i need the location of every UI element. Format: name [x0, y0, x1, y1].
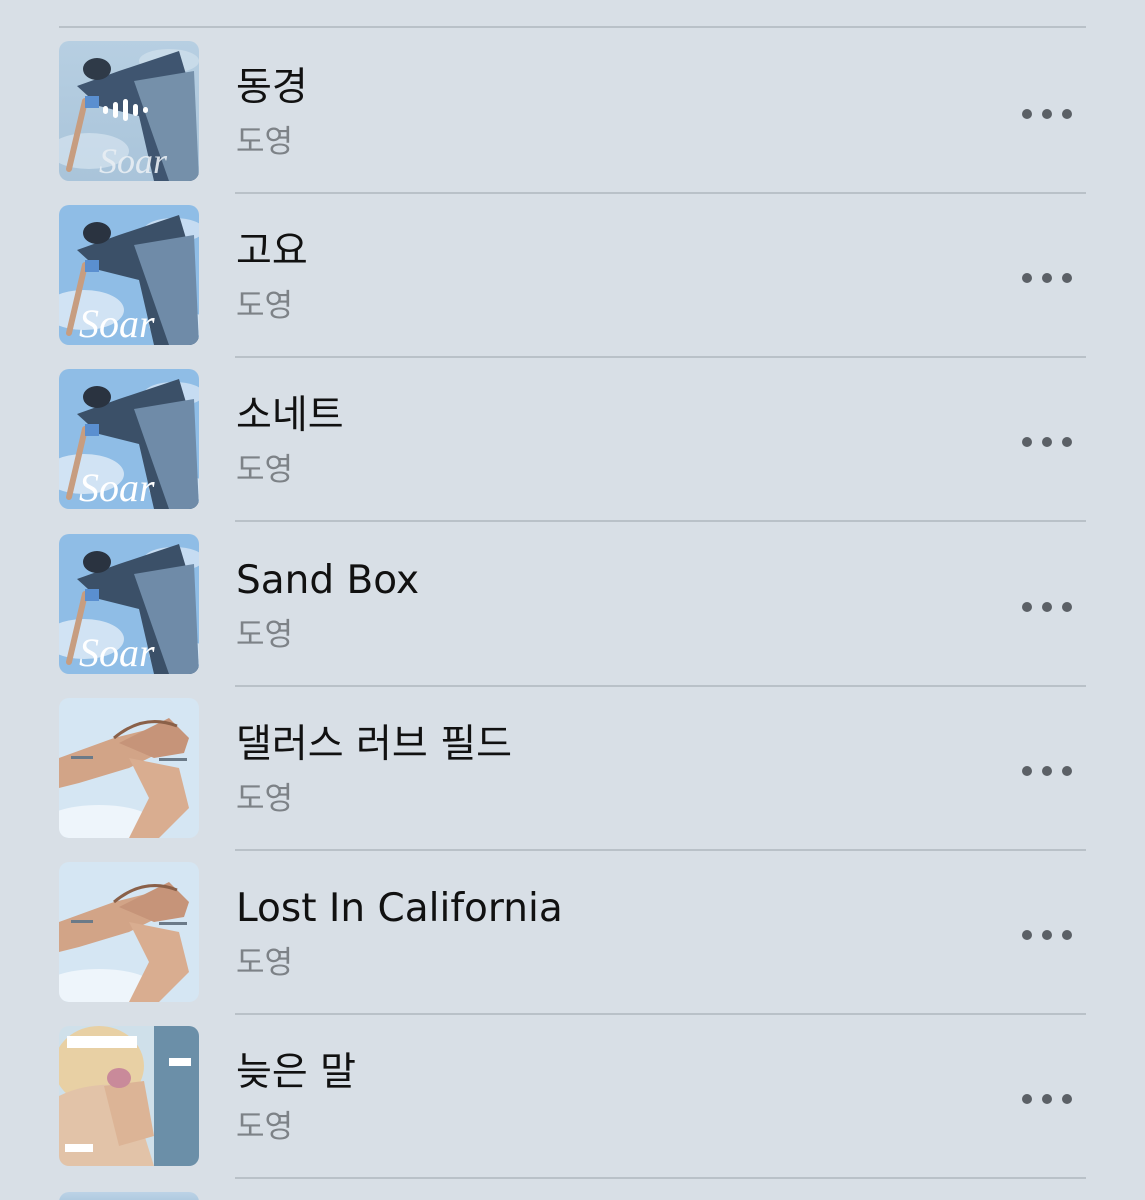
album-artwork: [59, 862, 199, 1002]
now-playing-icon: [103, 99, 148, 121]
album-artwork: Soar: [59, 41, 199, 181]
artwork-text: Soar: [79, 301, 155, 345]
song-artist: 도영: [236, 617, 294, 653]
ellipsis-icon: [1022, 766, 1032, 776]
song-artist: 도영: [236, 781, 294, 817]
ellipsis-icon: [1022, 930, 1032, 940]
album-artwork: Soar: [59, 369, 199, 509]
song-row[interactable]: Soar 고요 도영: [0, 192, 1145, 358]
song-title: 댈러스 러브 필드: [236, 722, 512, 767]
artwork-text: Soar: [79, 465, 155, 509]
ellipsis-icon: [1022, 437, 1032, 447]
ellipsis-icon: [1022, 1094, 1032, 1104]
artwork-text: Soar: [99, 141, 168, 181]
song-artist: 도영: [236, 124, 294, 160]
song-title: 동경: [236, 65, 308, 110]
more-options-button[interactable]: [1022, 102, 1072, 126]
album-artwork: [59, 1026, 199, 1166]
song-row[interactable]: Soar 소네트 도영: [0, 356, 1145, 522]
artwork-text: Soar: [79, 630, 155, 674]
song-title: 고요: [236, 229, 308, 274]
more-options-button[interactable]: [1022, 1087, 1072, 1111]
song-artist: 도영: [236, 945, 294, 981]
song-title: 소네트: [236, 393, 344, 438]
song-row[interactable]: 늦은 말 도영: [0, 1013, 1145, 1179]
song-title: Lost In California: [236, 886, 563, 931]
ellipsis-icon: [1022, 109, 1032, 119]
album-artwork-partial: [59, 1192, 199, 1200]
row-divider: [235, 1177, 1086, 1179]
album-artwork: Soar: [59, 534, 199, 674]
album-artwork: [59, 698, 199, 838]
song-artist: 도영: [236, 288, 294, 324]
song-artist: 도영: [236, 1109, 294, 1145]
ellipsis-icon: [1022, 602, 1032, 612]
more-options-button[interactable]: [1022, 759, 1072, 783]
song-title: 늦은 말: [236, 1050, 357, 1095]
more-options-button[interactable]: [1022, 923, 1072, 947]
song-artist: 도영: [236, 452, 294, 488]
ellipsis-icon: [1022, 273, 1032, 283]
song-title: Sand Box: [236, 558, 420, 603]
song-row[interactable]: 댈러스 러브 필드 도영: [0, 685, 1145, 851]
more-options-button[interactable]: [1022, 595, 1072, 619]
song-row[interactable]: Soar 동경 도영: [0, 28, 1145, 194]
song-list: Soar 동경 도영 Soar 고요 도영 Soar 소네트 도영 Soar S…: [0, 0, 1145, 1200]
song-row[interactable]: Lost In California 도영: [0, 849, 1145, 1015]
more-options-button[interactable]: [1022, 430, 1072, 454]
song-row[interactable]: Soar Sand Box 도영: [0, 521, 1145, 687]
more-options-button[interactable]: [1022, 266, 1072, 290]
album-artwork: Soar: [59, 205, 199, 345]
